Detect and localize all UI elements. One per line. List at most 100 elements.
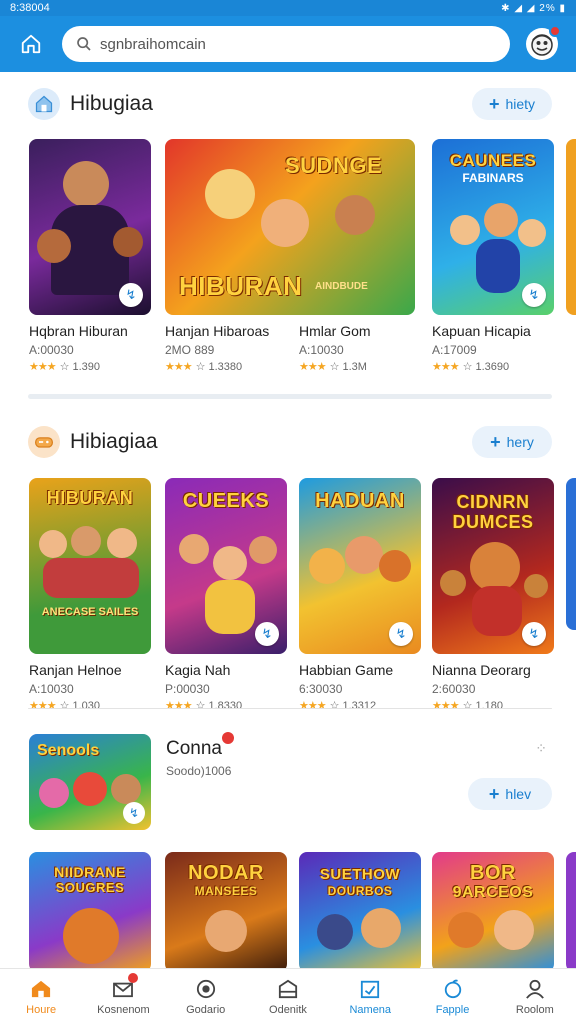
plus-icon: +: [490, 431, 501, 452]
plus-icon: +: [488, 93, 500, 114]
install-icon[interactable]: ↯: [123, 802, 145, 824]
section-header: Hibugiaa: [28, 88, 153, 120]
game-card[interactable]: Hmlar Gom A:10030 ★★★ ☆ 1.3M: [299, 323, 421, 373]
game-card[interactable]: NIIDRANE SOUGRES: [29, 852, 151, 968]
notification-dot: [128, 973, 139, 983]
game-name: Hqbran Hiburan: [29, 323, 128, 339]
grid-icon[interactable]: ⁘: [535, 740, 548, 757]
nav-label: Namena: [349, 1003, 392, 1016]
search-bar[interactable]: [62, 26, 510, 62]
nav-label: Odenitk: [269, 1003, 307, 1016]
more-label: hiety: [505, 96, 536, 112]
house-icon: [28, 88, 60, 120]
home-button[interactable]: [14, 27, 48, 61]
section-divider: [28, 394, 552, 399]
nav-label: Houre: [26, 1003, 57, 1016]
more-button[interactable]: + hlev: [468, 778, 552, 810]
more-label: hery: [506, 434, 534, 450]
game-thumbnail: CIDNRN DUMCES ↯: [432, 478, 554, 654]
game-rating: ★★★ ☆ 1.180: [432, 700, 504, 712]
game-name: Habbian Game: [299, 662, 394, 678]
game-card[interactable]: NODAR MANSEES: [165, 852, 287, 968]
bottom-nav: Houre Kosnenom Godario Odenitk Namena Fa…: [0, 968, 576, 1024]
person-icon: [523, 978, 547, 1000]
install-icon[interactable]: ↯: [255, 622, 279, 646]
game-thumbnail: HADUAN ↯: [299, 478, 421, 654]
game-name: Kagia Nah: [165, 662, 231, 678]
install-icon[interactable]: ↯: [389, 622, 413, 646]
more-label: hlev: [505, 786, 532, 802]
featured-subtitle: Soodo)1006: [166, 764, 232, 778]
nav-item-fapple[interactable]: Fapple: [411, 969, 493, 1024]
gamepad-icon: [194, 978, 218, 1000]
game-thumbnail: NIIDRANE SOUGRES: [29, 852, 151, 968]
section-header: Hibiagiaa: [28, 426, 158, 458]
featured-app-row[interactable]: Senools ↯ Conna Soodo)1006 ⁘ + hlev: [0, 726, 576, 836]
game-size: A:10030: [29, 682, 74, 696]
game-card[interactable]: ↯ Hqbran Hiburan A:00030 ★★★ ☆ 1.390: [29, 139, 151, 373]
game-thumbnail: BOR 9ARCEOS: [432, 852, 554, 968]
profile-avatar[interactable]: [526, 25, 561, 60]
game-thumbnail: CUEEKS ↯: [165, 478, 287, 654]
game-name: Nianna Deorarg: [432, 662, 531, 678]
more-button[interactable]: + hery: [472, 426, 552, 458]
section-more-games: NIIDRANE SOUGRES NODAR MANSEES SUETHOW D…: [0, 852, 576, 968]
game-size: A:10030: [299, 343, 344, 357]
notification-dot: [549, 25, 561, 37]
next-card-edge: [566, 852, 576, 968]
search-input[interactable]: [100, 35, 480, 53]
game-thumbnail: SUETHOW DOURBOS: [299, 852, 421, 968]
nav-item-odenitk[interactable]: Odenitk: [247, 969, 329, 1024]
game-rating: ★★★ ☆ 1.3312: [299, 700, 377, 712]
game-card[interactable]: CUEEKS ↯ Kagia Nah P:00030 ★★★ ☆ 1.8330: [165, 478, 287, 712]
nav-item-kosnenom[interactable]: Kosnenom: [82, 969, 164, 1024]
next-card-edge: [566, 139, 576, 315]
game-card[interactable]: HADUAN ↯ Habbian Game 6:30030 ★★★ ☆ 1.331…: [299, 478, 421, 712]
next-card-edge: [566, 478, 576, 630]
nav-item-namena[interactable]: Namena: [329, 969, 411, 1024]
game-thumbnail: HIBURAN ANECASE SAILES: [29, 478, 151, 654]
game-rating: ★★★ ☆ 1.390: [29, 361, 101, 373]
section-divider: [28, 708, 552, 709]
install-icon[interactable]: ↯: [119, 283, 143, 307]
home-icon: [21, 34, 41, 54]
nav-label: Roolom: [515, 1003, 554, 1016]
game-name: Hmlar Gom: [299, 323, 371, 339]
plus-icon: +: [488, 783, 500, 804]
game-thumbnail: ↯: [29, 139, 151, 315]
more-button[interactable]: + hiety: [472, 88, 552, 120]
nav-item-godario[interactable]: Godario: [165, 969, 247, 1024]
game-card[interactable]: CIDNRN DUMCES ↯ Nianna Deorarg 2:60030 ★…: [432, 478, 554, 712]
game-name: Kapuan Hicapia: [432, 323, 531, 339]
home-icon: [29, 978, 53, 1000]
section-hibiagiaa: Hibiagiaa + hery HIBURAN ANECASE SAILES …: [0, 408, 576, 712]
install-icon[interactable]: ↯: [522, 622, 546, 646]
section-title: Hibiagiaa: [70, 430, 158, 453]
game-size: A:17009: [432, 343, 477, 357]
game-size: 2:60030: [432, 682, 476, 696]
game-name: Ranjan Helnoe: [29, 662, 122, 678]
nav-label: Fapple: [435, 1003, 470, 1016]
game-size: P:00030: [165, 682, 210, 696]
notification-dot: [222, 732, 234, 744]
search-icon: [77, 37, 91, 51]
game-card[interactable]: HIBURAN ANECASE SAILES Ranjan Helnoe A:1…: [29, 478, 151, 712]
game-card[interactable]: CAUNEES FABINARS ↯ Kapuan Hicapia A:1700…: [432, 139, 554, 373]
game-size: A:00030: [29, 343, 74, 357]
gamepad-icon: [28, 426, 60, 458]
calendar-icon: [358, 978, 382, 1000]
nav-item-roolom[interactable]: Roolom: [494, 969, 576, 1024]
game-rating: ★★★ ☆ 1.3690: [432, 361, 510, 373]
top-bar: [0, 16, 576, 72]
section-title: Hibugiaa: [70, 92, 153, 115]
nav-item-home[interactable]: Houre: [0, 969, 82, 1024]
game-thumbnail: SUDNGE HIBURAN AINDBUDE: [165, 139, 415, 315]
game-size: 6:30030: [299, 682, 343, 696]
status-bar: 8:38004 ✱ ◢ ◢ 2% ▮: [0, 0, 576, 16]
game-card[interactable]: SUETHOW DOURBOS: [299, 852, 421, 968]
nav-label: Kosnenom: [97, 1003, 150, 1016]
install-icon[interactable]: ↯: [522, 283, 546, 307]
game-rating: ★★★ ☆ 1.8330: [165, 700, 243, 712]
nav-label: Godario: [186, 1003, 226, 1016]
game-card[interactable]: BOR 9ARCEOS: [432, 852, 554, 968]
